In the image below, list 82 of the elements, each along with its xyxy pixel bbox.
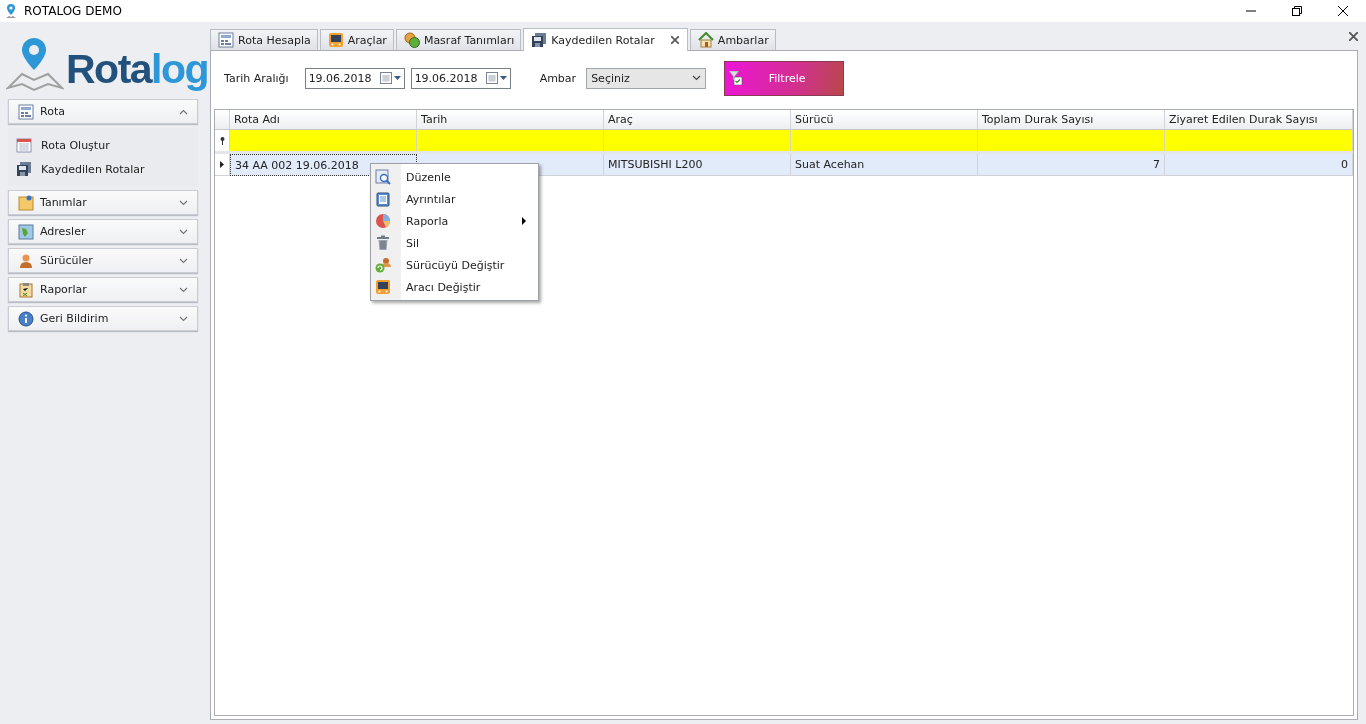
logo-icon [6, 36, 64, 92]
date-from-field[interactable]: 19.06.2018 [304, 67, 405, 89]
sidebar-group-header[interactable]: Geri Bildirim [8, 306, 198, 331]
chevron-down-icon [692, 75, 702, 81]
close-all-tabs-icon [1349, 32, 1358, 41]
group-icon [18, 223, 34, 240]
calculator-icon [218, 32, 234, 48]
column-header[interactable]: Araç [604, 110, 791, 130]
person-swap-icon [375, 257, 391, 273]
tab[interactable]: Araçlar [319, 29, 394, 50]
menu-item[interactable]: Ayrıntılar [371, 188, 538, 210]
column-header[interactable]: Tarih [417, 110, 604, 130]
sidebar-group-header[interactable]: Tanımlar [8, 190, 198, 215]
sidebar-group-header[interactable]: Adresler [8, 219, 198, 244]
filter-pin-icon [219, 136, 225, 145]
tab[interactable]: Rota Hesapla [210, 29, 318, 50]
bus-icon [375, 279, 391, 295]
column-header[interactable]: Toplam Durak Sayısı [978, 110, 1165, 130]
restore-icon [1292, 6, 1302, 16]
app-pin-icon [6, 4, 16, 18]
menu-item[interactable]: Sil [371, 232, 538, 254]
warehouse-label: Ambar [539, 71, 577, 85]
chevron-down-icon [179, 199, 188, 206]
group-icon [18, 252, 34, 269]
chevron-down-icon [179, 228, 188, 235]
auto-filter-cell[interactable] [230, 130, 417, 151]
date-range-label: Tarih Aralığı [224, 71, 289, 85]
group-icon [18, 103, 34, 120]
row-pointer-icon [220, 161, 224, 168]
auto-filter-cell[interactable] [791, 130, 978, 151]
chevron-down-icon [179, 315, 188, 322]
dropdown-arrow-icon [393, 76, 401, 80]
date-to-field[interactable]: 19.06.2018 [410, 67, 511, 89]
auto-filter-cell[interactable] [1165, 130, 1353, 151]
group-icon [18, 281, 34, 298]
menu-item[interactable]: Aracı Değiştir [371, 276, 538, 298]
menu-item[interactable]: Sürücüyü Değiştir [371, 254, 538, 276]
table-cell: MITSUBISHI L200 [604, 154, 791, 176]
floppy-disk-icon [531, 32, 548, 48]
floppy-disk-icon [16, 161, 32, 177]
header-corner [215, 110, 230, 130]
warehouse-dropdown[interactable]: Seçiniz [586, 67, 707, 89]
coins-icon [403, 32, 420, 48]
house-icon [697, 32, 714, 48]
sidebar-group-header[interactable]: Rota [8, 99, 198, 124]
sidebar-item[interactable]: Rota Oluştur [16, 136, 198, 154]
trash-icon [375, 235, 391, 251]
chevron-down-icon [179, 286, 188, 293]
auto-filter-cell[interactable] [604, 130, 791, 151]
column-header[interactable]: Rota Adı [230, 110, 417, 130]
calendar-icon [485, 72, 498, 84]
group-icon [18, 194, 34, 211]
group-icon [18, 310, 34, 327]
sidebar-group-header[interactable]: Sürücüler [8, 248, 198, 273]
window-title: ROTALOG DEMO [24, 4, 122, 18]
logo-text: Rotalog [66, 46, 209, 92]
auto-filter-cell[interactable] [417, 130, 604, 151]
calendar-icon [16, 137, 32, 153]
clipboard-icon [375, 191, 391, 207]
bus-icon [327, 32, 344, 48]
sidebar-group-header[interactable]: Raporlar [8, 277, 198, 302]
filter-icon [729, 71, 744, 85]
sidebar-item[interactable]: Kaydedilen Rotalar [16, 160, 198, 178]
tab[interactable]: Ambarlar [689, 29, 776, 50]
column-header[interactable]: Ziyaret Edilen Durak Sayısı [1165, 110, 1353, 130]
table-cell: 7 [978, 154, 1165, 176]
dropdown-arrow-icon [499, 76, 507, 80]
column-header[interactable]: Sürücü [791, 110, 978, 130]
pie-chart-icon [375, 213, 391, 229]
chevron-down-icon [179, 257, 188, 264]
magnifier-icon [375, 169, 391, 185]
table-cell: Suat Acehan [791, 154, 978, 176]
auto-filter-cell[interactable] [978, 130, 1165, 151]
filter-button[interactable]: Filtrele [724, 60, 845, 96]
close-icon [1338, 6, 1348, 16]
tab-close-icon [670, 36, 679, 44]
chevron-up-icon [179, 108, 188, 115]
tab[interactable]: Kaydedilen Rotalar [523, 28, 688, 51]
tab[interactable]: Masraf Tanımları [395, 29, 522, 50]
calendar-icon [379, 72, 392, 84]
menu-item[interactable]: Raporla [371, 210, 538, 232]
table-cell: 0 [1165, 154, 1353, 176]
